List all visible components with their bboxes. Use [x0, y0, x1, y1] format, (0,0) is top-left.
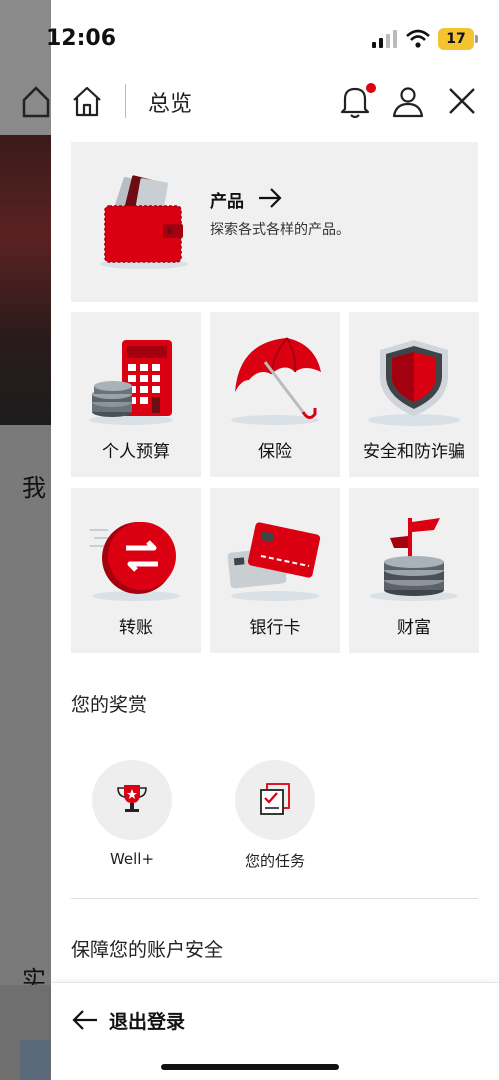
logout-button[interactable]: 退出登录: [109, 1007, 185, 1034]
products-subtitle: 探索各式各样的产品。: [210, 222, 350, 238]
tile-label: 保险: [258, 442, 292, 462]
background-thumbnail: [20, 1040, 50, 1080]
reward-well-plus[interactable]: Well+: [77, 760, 187, 868]
tile-wealth[interactable]: 财富: [349, 488, 479, 653]
calculator-icon: [89, 340, 173, 425]
cellular-signal-icon: [372, 30, 397, 48]
tile-label: 安全和防诈骗: [363, 442, 465, 462]
transfer-coin-icon: [90, 522, 180, 601]
shield-icon: [368, 340, 460, 426]
drawer-footer: 退出登录: [51, 982, 499, 1080]
trophy-icon: [117, 785, 147, 812]
home-indicator: [161, 1064, 339, 1070]
status-time: 12:06: [46, 26, 117, 51]
tile-bank-cards[interactable]: 银行卡: [210, 488, 340, 653]
arrow-left-icon[interactable]: [71, 1009, 99, 1031]
wealth-flag-icon: [370, 518, 458, 601]
drawer-header: 总览: [51, 70, 499, 132]
wallet-icon: [100, 175, 188, 269]
umbrella-icon: [231, 337, 321, 425]
tile-label: 财富: [397, 618, 431, 638]
reward-label: Well+: [109, 850, 155, 868]
task-checklist-icon: [260, 783, 290, 815]
close-icon[interactable]: [447, 86, 477, 116]
tile-personal-budget[interactable]: 个人预算: [71, 312, 201, 477]
tile-insurance[interactable]: 保险: [210, 312, 340, 477]
reward-circle: [92, 760, 172, 840]
tile-label: 转账: [119, 618, 153, 638]
home-icon[interactable]: [71, 84, 103, 118]
reward-label: 您的任务: [244, 852, 305, 870]
tile-label: 银行卡: [249, 618, 301, 638]
arrow-right-icon: [259, 188, 282, 208]
notification-dot: [366, 83, 376, 93]
reward-your-tasks[interactable]: 您的任务: [220, 760, 330, 871]
rewards-title: 您的奖赏: [71, 694, 148, 716]
wifi-icon: [406, 29, 430, 48]
reward-circle: [235, 760, 315, 840]
status-bar: 12:06 17: [0, 0, 499, 70]
page-title: 总览: [148, 92, 193, 117]
tile-transfer[interactable]: 转账: [71, 488, 201, 653]
section-divider: [71, 898, 478, 899]
products-card[interactable]: 产品 探索各式各样的产品。: [71, 142, 478, 302]
background-text: 我: [22, 474, 46, 502]
tile-label: 个人预算: [102, 442, 170, 462]
bank-cards-icon: [227, 522, 321, 601]
security-title: 保障您的账户安全: [71, 939, 224, 961]
menu-drawer: 总览 产品 探索各式各样的产品。 个人预算 保险 安全和防诈骗 转账 银行卡 财…: [51, 0, 499, 1080]
tile-security-fraud[interactable]: 安全和防诈骗: [349, 312, 479, 477]
background-home-icon: [22, 86, 50, 118]
user-profile-icon[interactable]: [391, 84, 425, 118]
battery-indicator: 17: [438, 28, 478, 50]
products-title: 产品: [210, 192, 244, 212]
header-divider: [125, 84, 126, 118]
